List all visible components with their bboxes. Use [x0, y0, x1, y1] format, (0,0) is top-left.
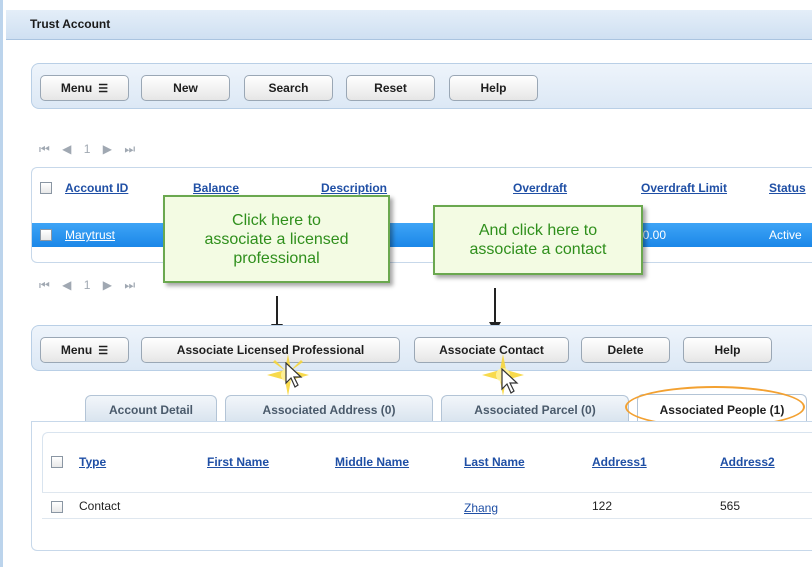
tab-account-detail[interactable]: Account Detail	[85, 395, 217, 423]
delete-button[interactable]: Delete	[581, 337, 670, 363]
col-description[interactable]: Description	[321, 181, 387, 195]
prev-page-icon[interactable]: ◀	[62, 278, 71, 292]
pager-bottom: ⏮ ◀ 1 ▶ ⏭	[39, 278, 144, 293]
callout-line: Click here to	[232, 211, 321, 229]
account-id-link[interactable]: Marytrust	[65, 228, 115, 242]
col-last-name[interactable]: Last Name	[464, 455, 525, 469]
status-value: Active	[769, 228, 802, 242]
col-overdraft[interactable]: Overdraft	[513, 181, 567, 195]
last-page-icon[interactable]: ⏭	[124, 278, 135, 293]
callout-line: professional	[233, 249, 320, 267]
col-type[interactable]: Type	[79, 455, 106, 469]
col-address2[interactable]: Address2	[720, 455, 775, 469]
menu-button[interactable]: Menu ☰	[40, 337, 129, 363]
row-divider	[42, 492, 812, 493]
col-middle-name[interactable]: Middle Name	[335, 455, 409, 469]
address2-value: 565	[720, 499, 741, 513]
reset-button[interactable]: Reset	[346, 75, 435, 101]
prev-page-icon[interactable]: ◀	[62, 142, 71, 156]
row-checkbox[interactable]	[40, 229, 52, 241]
address1-value: 122	[592, 499, 613, 513]
col-account-id[interactable]: Account ID	[65, 181, 128, 195]
pager-top: ⏮ ◀ 1 ▶ ⏭	[39, 142, 144, 157]
row-checkbox[interactable]	[51, 501, 63, 513]
page-number: 1	[83, 278, 91, 292]
col-status[interactable]: Status	[769, 181, 806, 195]
arrow-down-icon	[276, 296, 278, 326]
top-toolbar: Menu ☰ New Search Reset Help	[31, 63, 812, 109]
menu-button[interactable]: Menu ☰	[40, 75, 129, 101]
next-page-icon[interactable]: ▶	[103, 142, 112, 156]
callout-licensed-professional: Click here to associate a licensed profe…	[163, 195, 390, 283]
col-address1[interactable]: Address1	[592, 455, 647, 469]
accounts-table: Account ID Balance Description Overdraft…	[31, 167, 812, 263]
people-table	[42, 432, 812, 492]
callout-line: associate a contact	[469, 241, 607, 258]
next-page-icon[interactable]: ▶	[103, 278, 112, 292]
callout-line: associate a licensed	[204, 230, 349, 248]
bottom-toolbar: Menu ☰ Associate Licensed Professional A…	[31, 325, 812, 371]
callout-contact: And click here to associate a contact	[433, 205, 643, 275]
search-button[interactable]: Search	[244, 75, 333, 101]
mouse-cursor-icon	[285, 362, 303, 388]
help-button[interactable]: Help	[683, 337, 772, 363]
associated-people-panel: Type First Name Middle Name Last Name Ad…	[31, 421, 812, 551]
menu-lines-icon: ☰	[98, 344, 109, 357]
select-all-checkbox[interactable]	[51, 456, 63, 468]
col-overdraft-limit[interactable]: Overdraft Limit	[641, 181, 727, 195]
row-divider	[42, 518, 812, 519]
callout-line: And click here to	[478, 222, 598, 239]
new-button[interactable]: New	[141, 75, 230, 101]
first-page-icon[interactable]: ⏮	[39, 278, 50, 293]
menu-button-label: Menu	[60, 343, 93, 357]
trust-account-window: Trust Account Menu ☰ New Search Reset He…	[0, 0, 812, 567]
tab-associated-parcel[interactable]: Associated Parcel (0)	[441, 395, 629, 423]
arrow-down-icon	[494, 288, 496, 324]
tab-associated-address[interactable]: Associated Address (0)	[225, 395, 433, 423]
last-page-icon[interactable]: ⏭	[124, 142, 135, 157]
menu-lines-icon: ☰	[98, 82, 109, 95]
window-title-bar: Trust Account	[6, 10, 812, 40]
col-balance[interactable]: Balance	[193, 181, 239, 195]
window-title: Trust Account	[30, 17, 111, 31]
table-row[interactable]: Marytrust $0.00 Active	[32, 223, 812, 247]
select-all-checkbox[interactable]	[40, 182, 52, 194]
page-number: 1	[83, 142, 91, 156]
help-button[interactable]: Help	[449, 75, 538, 101]
menu-button-label: Menu	[60, 81, 93, 95]
type-value: Contact	[79, 499, 121, 513]
col-first-name[interactable]: First Name	[207, 455, 269, 469]
first-page-icon[interactable]: ⏮	[39, 142, 50, 157]
last-name-link[interactable]: Zhang	[464, 501, 498, 515]
